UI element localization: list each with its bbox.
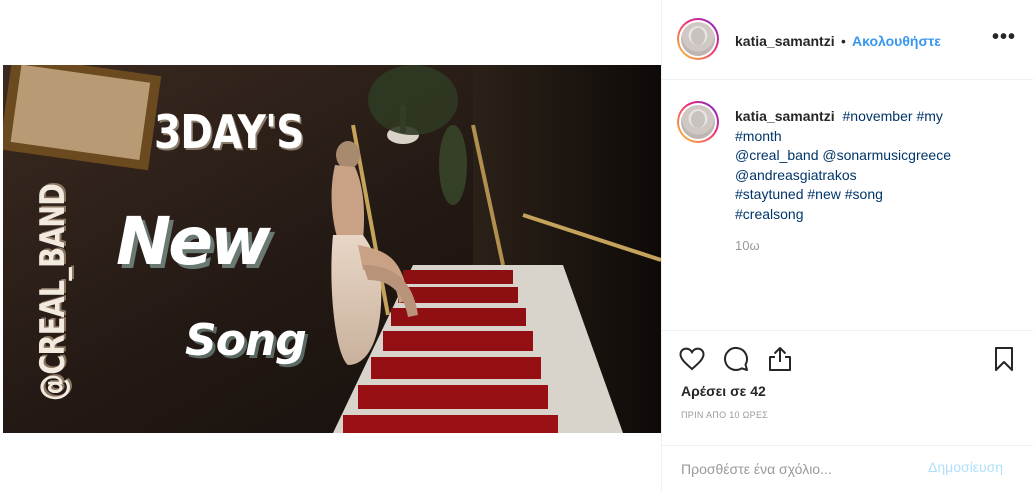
overlay-band-handle: @CREAL_BAND [33, 184, 73, 401]
hashtag-link[interactable]: #november [843, 108, 913, 124]
caption-timestamp[interactable]: 10ω [735, 238, 760, 253]
likes-count[interactable]: Αρέσει σε 42 [681, 383, 766, 399]
post-caption: katia_samantzi #november #my #month @cre… [735, 107, 1020, 224]
hashtag-link[interactable]: #month [735, 128, 782, 144]
post-age[interactable]: ΠΡΙΝ ΑΠΟ 10 ΩΡΕΣ [681, 410, 768, 420]
header-username[interactable]: katia_samantzi [735, 33, 835, 49]
overlay-title-new: New [116, 203, 271, 280]
caption-username[interactable]: katia_samantzi [735, 108, 835, 124]
share-icon[interactable] [766, 345, 794, 373]
bookmark-icon[interactable] [990, 345, 1018, 373]
overlay-title-days: 3DAY'S [154, 105, 304, 159]
post-comment-button[interactable]: Δημοσίευση [928, 459, 1003, 475]
heart-icon[interactable] [678, 345, 706, 373]
follow-button[interactable]: Ακολουθήστε [852, 33, 941, 49]
mention-links[interactable]: @creal_band @sonarmusicgreece [735, 147, 951, 163]
post-image[interactable]: 3DAY'S New Song @CREAL_BAND [3, 65, 661, 433]
overlay-title-song: Song [185, 315, 307, 366]
staircase-photo [3, 65, 661, 433]
caption-avatar[interactable] [677, 101, 719, 143]
hashtag-links[interactable]: #staytuned #new #song [735, 186, 883, 202]
mention-link[interactable]: @andreasgiatrakos [735, 167, 857, 183]
comment-icon[interactable] [722, 345, 750, 373]
comment-input[interactable] [681, 459, 911, 479]
hashtag-link[interactable]: #my [916, 108, 942, 124]
separator-dot: • [841, 33, 846, 49]
post-actions: Αρέσει σε 42 ΠΡΙΝ ΑΠΟ 10 ΩΡΕΣ [662, 330, 1033, 445]
post-sidebar: katia_samantzi • Ακολουθήστε ••• katia_s… [661, 0, 1033, 491]
more-options-icon[interactable]: ••• [992, 26, 1016, 49]
instagram-post: 3DAY'S New Song @CREAL_BAND katia_samant… [0, 0, 1033, 491]
hashtag-link[interactable]: #crealsong [735, 206, 804, 222]
add-comment-bar: Δημοσίευση [662, 445, 1033, 491]
avatar[interactable] [677, 18, 719, 60]
post-header: katia_samantzi • Ακολουθήστε ••• [662, 0, 1033, 80]
